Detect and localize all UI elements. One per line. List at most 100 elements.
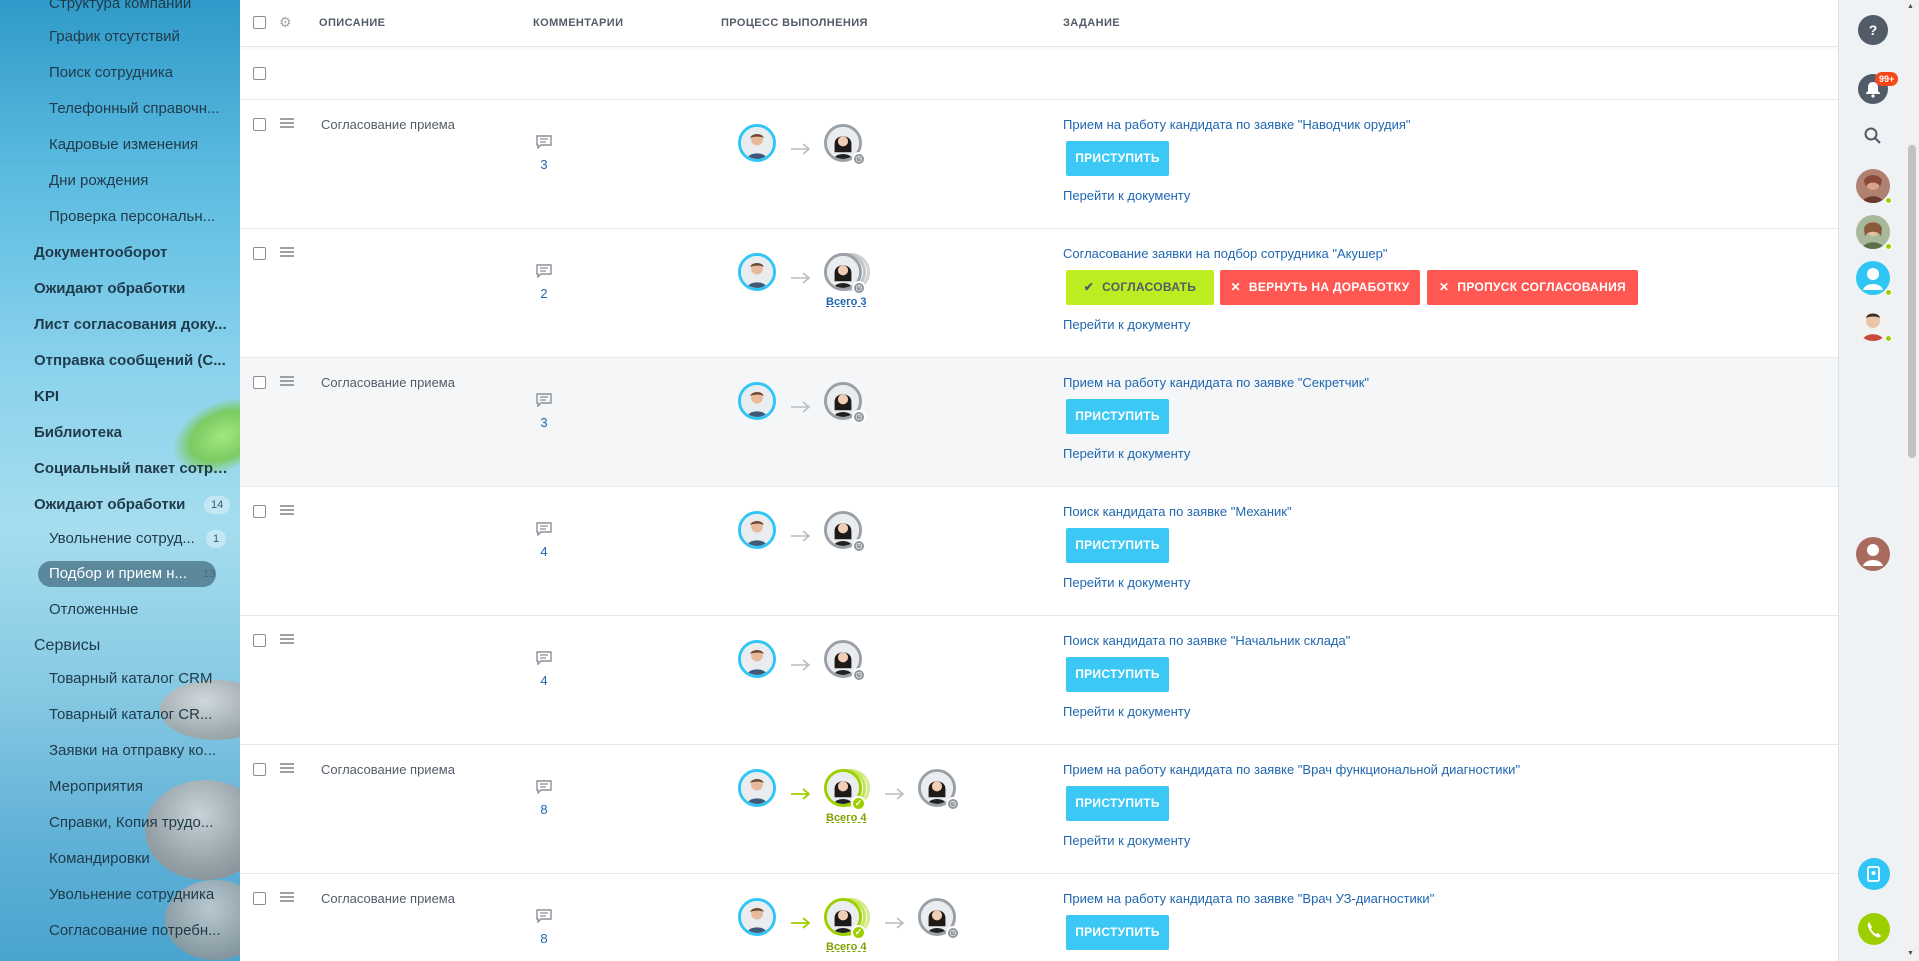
sidebar-item-hr-changes[interactable]: Кадровые изменения [49, 132, 227, 158]
author-avatar[interactable] [738, 898, 776, 936]
row-checkbox[interactable] [253, 634, 266, 647]
sidebar-item-document-flow[interactable]: Документооборот [34, 240, 230, 266]
comment-icon[interactable] [536, 135, 552, 149]
author-avatar[interactable] [738, 511, 776, 549]
phone-book-icon[interactable] [1858, 858, 1890, 890]
comment-count[interactable]: 3 [530, 157, 558, 172]
task-title-link[interactable]: Согласование заявки на подбор сотрудника… [1063, 246, 1388, 261]
comment-count[interactable]: 4 [530, 673, 558, 688]
comment-count[interactable]: 8 [530, 931, 558, 946]
sidebar-item-dismissal[interactable]: Увольнение сотруд... [49, 526, 202, 552]
task-title-link[interactable]: Прием на работу кандидата по заявке "Вра… [1063, 762, 1520, 777]
go-to-document-link[interactable]: Перейти к документу [1063, 188, 1190, 203]
comment-count[interactable]: 4 [530, 544, 558, 559]
select-all-checkbox[interactable] [253, 16, 266, 29]
task-title-link[interactable]: Поиск кандидата по заявке "Начальник скл… [1063, 633, 1350, 648]
total-participants-link[interactable]: Всего 4 [826, 812, 867, 824]
user-avatar-placeholder[interactable] [1856, 537, 1890, 571]
task-title-link[interactable]: Прием на работу кандидата по заявке "Нав… [1063, 117, 1411, 132]
phone-call-icon[interactable] [1858, 913, 1890, 945]
sidebar-item-absence-chart[interactable]: График отсутствий [49, 24, 227, 50]
author-avatar[interactable] [738, 382, 776, 420]
sidebar-item-social-package[interactable]: Социальный пакет сотру... [34, 456, 230, 482]
sidebar-item-deferred[interactable]: Отложенные [49, 597, 227, 623]
start-button[interactable]: ПРИСТУПИТЬ [1066, 528, 1169, 563]
start-button[interactable]: ПРИСТУПИТЬ [1066, 399, 1169, 434]
start-button[interactable]: ПРИСТУПИТЬ [1066, 915, 1169, 950]
comment-icon[interactable] [536, 264, 552, 278]
sidebar-item-company-structure[interactable]: Структура компании [49, 0, 227, 17]
comment-icon[interactable] [536, 522, 552, 536]
drag-handle-icon[interactable] [280, 247, 294, 257]
sidebar-item-personal-check[interactable]: Проверка персональн... [49, 204, 227, 230]
column-header-description[interactable]: ОПИСАНИЕ [319, 17, 385, 29]
author-avatar[interactable] [738, 253, 776, 291]
gear-icon[interactable]: ⚙ [279, 15, 293, 29]
sidebar-item-recruitment[interactable]: Подбор и прием н... [49, 561, 203, 587]
return-for-revision-button[interactable]: ✕ ВЕРНУТЬ НА ДОРАБОТКУ [1220, 270, 1420, 305]
scroll-up-icon[interactable]: ▲ [1907, 3, 1914, 10]
scroll-down-icon[interactable]: ▼ [1907, 950, 1914, 957]
approve-button[interactable]: ✔ СОГЛАСОВАТЬ [1066, 270, 1214, 305]
sidebar-item-library[interactable]: Библиотека [34, 420, 230, 446]
row-checkbox[interactable] [253, 505, 266, 518]
author-avatar[interactable] [738, 640, 776, 678]
row-checkbox[interactable] [253, 67, 266, 80]
go-to-document-link[interactable]: Перейти к документу [1063, 446, 1190, 461]
task-title-link[interactable]: Поиск кандидата по заявке "Механик" [1063, 504, 1292, 519]
sidebar-item-services[interactable]: Сервисы [34, 633, 230, 659]
drag-handle-icon[interactable] [280, 376, 294, 386]
comment-count[interactable]: 3 [530, 415, 558, 430]
sidebar-item-send-messages[interactable]: Отправка сообщений (С... [34, 348, 230, 374]
column-header-process[interactable]: ПРОЦЕСС ВЫПОЛНЕНИЯ [721, 17, 868, 29]
row-checkbox[interactable] [253, 763, 266, 776]
column-header-task[interactable]: ЗАДАНИЕ [1063, 17, 1120, 29]
drag-handle-icon[interactable] [280, 763, 294, 773]
comment-count[interactable]: 8 [530, 802, 558, 817]
search-icon[interactable] [1858, 121, 1888, 151]
go-to-document-link[interactable]: Перейти к документу [1063, 575, 1190, 590]
sidebar-item-awaiting-processing-2[interactable]: Ожидают обработки [34, 492, 204, 518]
sidebar-item-employee-search[interactable]: Поиск сотрудника [49, 60, 227, 86]
go-to-document-link[interactable]: Перейти к документу [1063, 317, 1190, 332]
sidebar-item-crm-catalog-2[interactable]: Товарный каталог CR... [49, 702, 227, 728]
sidebar-item-certificates[interactable]: Справки, Копия трудо... [49, 810, 227, 836]
drag-handle-icon[interactable] [280, 118, 294, 128]
sidebar-item-needs-approval[interactable]: Согласование потребн... [49, 918, 227, 944]
sidebar-item-shipping-requests[interactable]: Заявки на отправку ко... [49, 738, 227, 764]
comment-icon[interactable] [536, 651, 552, 665]
scrollbar-thumb[interactable] [1908, 145, 1916, 458]
comment-icon[interactable] [536, 909, 552, 923]
sidebar-item-awaiting-processing[interactable]: Ожидают обработки [34, 276, 230, 302]
sidebar-item-employee-dismissal[interactable]: Увольнение сотрудника [49, 882, 227, 908]
comment-icon[interactable] [536, 780, 552, 794]
start-button[interactable]: ПРИСТУПИТЬ [1066, 141, 1169, 176]
total-participants-link[interactable]: Всего 3 [826, 296, 867, 308]
author-avatar[interactable] [738, 124, 776, 162]
sidebar-item-approval-sheet[interactable]: Лист согласования доку... [34, 312, 230, 338]
row-checkbox[interactable] [253, 118, 266, 131]
sidebar-item-crm-catalog[interactable]: Товарный каталог CRM [49, 666, 227, 692]
row-checkbox[interactable] [253, 247, 266, 260]
sidebar-item-phone-directory[interactable]: Телефонный справочн... [49, 96, 227, 122]
sidebar-item-kpi[interactable]: KPI [34, 384, 230, 410]
skip-approval-button[interactable]: ✕ ПРОПУСК СОГЛАСОВАНИЯ [1427, 270, 1638, 305]
task-title-link[interactable]: Прием на работу кандидата по заявке "Вра… [1063, 891, 1434, 906]
row-checkbox[interactable] [253, 892, 266, 905]
comment-count[interactable]: 2 [530, 286, 558, 301]
sidebar-item-business-trips[interactable]: Командировки [49, 846, 227, 872]
start-button[interactable]: ПРИСТУПИТЬ [1066, 786, 1169, 821]
go-to-document-link[interactable]: Перейти к документу [1063, 704, 1190, 719]
drag-handle-icon[interactable] [280, 505, 294, 515]
comment-icon[interactable] [536, 393, 552, 407]
go-to-document-link[interactable]: Перейти к документу [1063, 833, 1190, 848]
row-checkbox[interactable] [253, 376, 266, 389]
task-title-link[interactable]: Прием на работу кандидата по заявке "Сек… [1063, 375, 1369, 390]
total-participants-link[interactable]: Всего 4 [826, 941, 867, 953]
sidebar-item-events[interactable]: Мероприятия [49, 774, 227, 800]
sidebar-item-birthdays[interactable]: Дни рождения [49, 168, 227, 194]
author-avatar[interactable] [738, 769, 776, 807]
help-icon[interactable]: ? [1858, 15, 1888, 45]
drag-handle-icon[interactable] [280, 634, 294, 644]
drag-handle-icon[interactable] [280, 892, 294, 902]
